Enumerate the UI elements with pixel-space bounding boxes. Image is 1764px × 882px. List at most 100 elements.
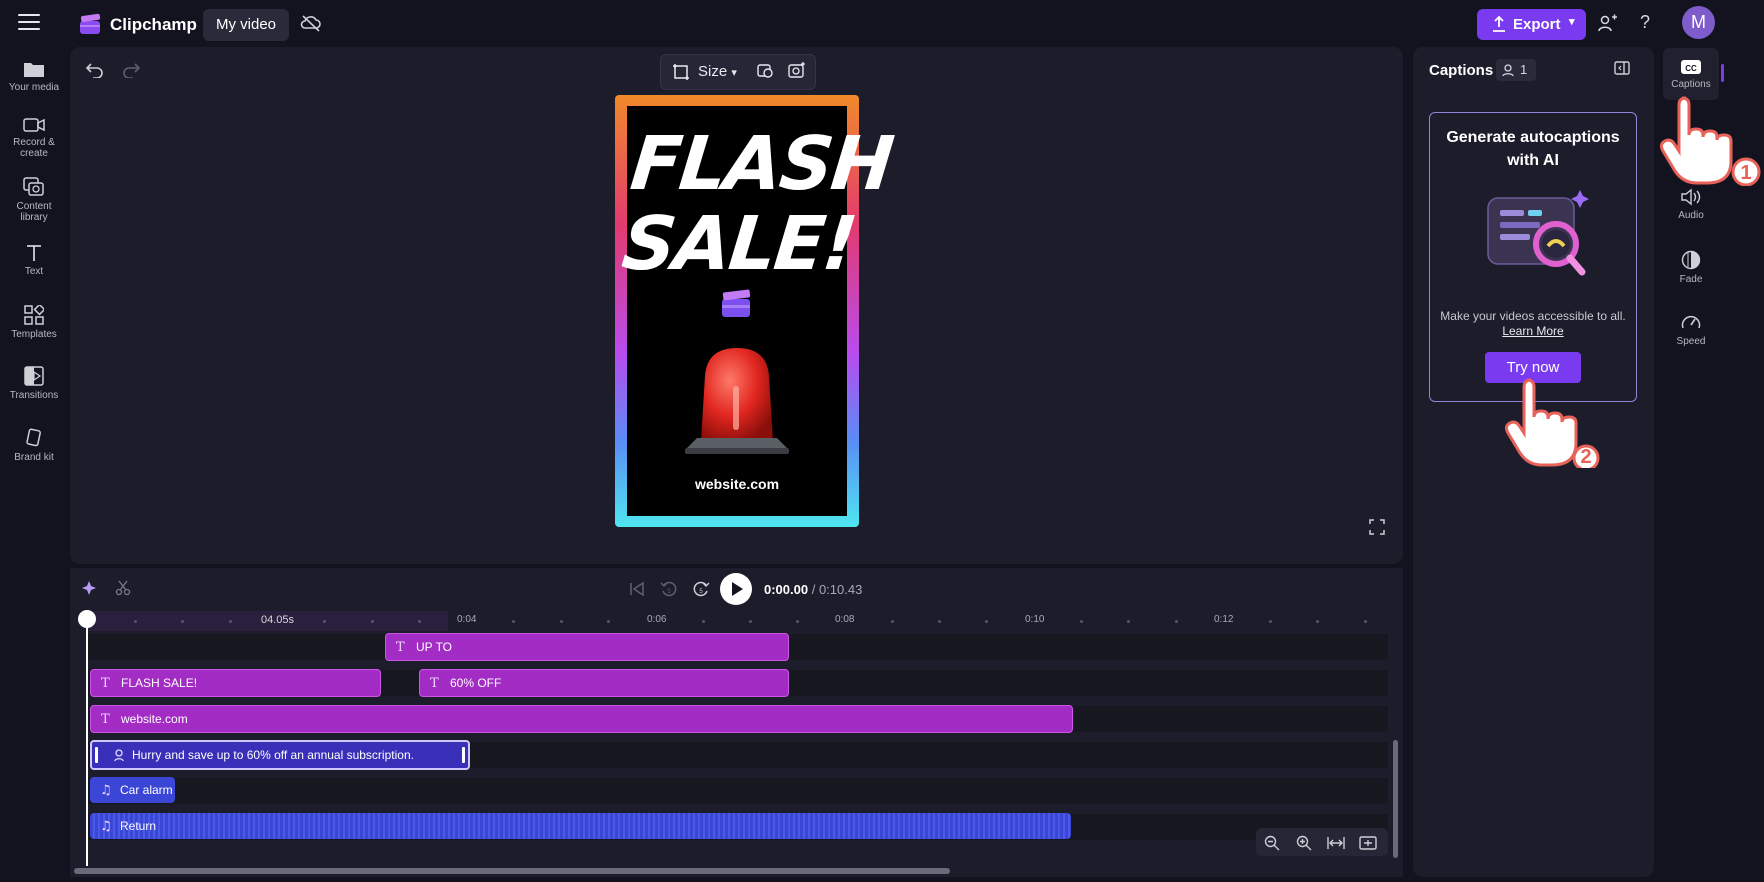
sidebar-item-templates[interactable]: Templates <box>0 305 68 340</box>
clip-60-off[interactable]: T 60% OFF <box>419 669 789 697</box>
fit-timeline-icon[interactable] <box>1327 836 1345 850</box>
library-icon <box>23 177 44 196</box>
folder-icon <box>24 63 44 77</box>
ruler-tick-dot <box>796 620 799 623</box>
text-clip-icon: T <box>430 676 439 691</box>
skip-back-icon[interactable] <box>629 581 645 597</box>
play-button[interactable] <box>720 573 752 605</box>
clip-label: UP TO <box>416 640 453 654</box>
undo-icon[interactable] <box>86 62 104 78</box>
learn-more-link[interactable]: Learn More <box>1433 324 1633 338</box>
left-sidebar <box>0 46 68 882</box>
zoom-in-icon[interactable] <box>1296 835 1312 851</box>
ruler-tick-dot <box>1127 620 1130 623</box>
svg-text:5: 5 <box>699 589 703 595</box>
clip-website[interactable]: T website.com <box>90 705 1073 733</box>
rail-item-audio[interactable]: Audio <box>1660 188 1722 221</box>
ruler-tick-label: 0:12 <box>1214 614 1234 625</box>
rail-item-captions[interactable]: CC Captions <box>1660 59 1722 90</box>
export-button[interactable]: Export ▾ <box>1477 9 1586 40</box>
clip-return[interactable]: ♫ Return <box>90 813 1071 839</box>
ai-edit-icon[interactable] <box>787 61 807 79</box>
sidebar-item-transitions[interactable]: Transitions <box>0 366 68 401</box>
clipchamp-logo-icon <box>80 13 101 34</box>
brand-kit-icon <box>26 428 41 447</box>
sidebar-item-label: Templates <box>11 329 57 340</box>
sidebar-item-brand-kit[interactable]: Brand kit <box>0 428 68 463</box>
upload-icon <box>1493 16 1505 32</box>
sidebar-item-record-create[interactable]: Record & create <box>0 117 68 159</box>
clip-label: 60% OFF <box>450 676 502 690</box>
clip-caption[interactable]: Hurry and save up to 60% off an annual s… <box>90 740 470 770</box>
share-icon[interactable] <box>1598 13 1618 33</box>
sidebar-item-label: Text <box>24 266 44 277</box>
ruler-tick-dot <box>512 620 515 623</box>
video-website-text: website.com <box>694 476 780 492</box>
ruler-tick-dot <box>1364 620 1367 623</box>
clip-car-alarm[interactable]: ♫ Car alarm <box>90 777 175 803</box>
collapse-panel-icon[interactable] <box>1614 61 1630 75</box>
ruler-tick-dot <box>749 620 752 623</box>
fade-icon <box>1681 250 1701 270</box>
playhead-handle[interactable] <box>78 610 96 628</box>
clip-label: Hurry and save up to 60% off an annual s… <box>132 748 414 762</box>
sidebar-item-your-media[interactable]: Your media <box>0 60 68 93</box>
split-scissors-icon[interactable] <box>115 580 131 596</box>
svg-text:CC: CC <box>1685 64 1697 73</box>
ruler-tick-dot <box>1175 620 1178 623</box>
clip-flash-sale[interactable]: T FLASH SALE! <box>90 669 381 697</box>
ruler-tick-dot <box>938 620 941 623</box>
rail-item-label: Audio <box>1678 210 1704 221</box>
forward-5s-icon[interactable]: 5 <box>692 580 710 598</box>
cloud-off-icon[interactable] <box>300 14 322 32</box>
speaker-voice-icon <box>114 749 124 762</box>
step-number: 2 <box>1580 446 1592 468</box>
ruler-tick-dot <box>229 620 232 623</box>
speed-icon <box>1681 315 1701 329</box>
rail-item-fade[interactable]: Fade <box>1660 250 1722 285</box>
sidebar-item-text[interactable]: Text <box>0 244 68 277</box>
zoom-out-icon[interactable] <box>1264 835 1280 851</box>
rail-item-label: Captions <box>1671 79 1711 90</box>
templates-icon <box>24 305 44 325</box>
horizontal-scrollbar[interactable] <box>74 868 950 874</box>
total-time: / 0:10.43 <box>811 582 863 597</box>
app-title: Clipchamp <box>110 15 197 34</box>
help-icon[interactable]: ? <box>1640 12 1650 33</box>
trim-handle-right[interactable] <box>462 747 465 763</box>
autocaptions-description: Make your videos accessible to all. <box>1440 309 1626 323</box>
trim-handle-left[interactable] <box>95 747 98 763</box>
playhead[interactable] <box>86 611 88 866</box>
captions-panel-title: Captions <box>1429 62 1494 79</box>
ruler-tick-dot <box>560 620 563 623</box>
timeline-track <box>88 778 1388 804</box>
menu-icon[interactable] <box>18 14 40 32</box>
redo-icon[interactable] <box>122 62 140 78</box>
fullscreen-icon[interactable] <box>1369 519 1385 535</box>
project-name-button[interactable]: My video <box>203 9 290 41</box>
music-note-icon: ♫ <box>100 819 112 834</box>
rail-item-label: Fade <box>1679 274 1703 285</box>
ruler-tick-dot <box>1269 620 1272 623</box>
sidebar-item-content-library[interactable]: Content library <box>0 177 68 223</box>
size-button[interactable]: Size ▾ <box>698 63 737 80</box>
transitions-icon <box>24 366 44 386</box>
clip-up-to[interactable]: T UP TO <box>385 633 789 661</box>
ai-sparkle-icon[interactable] <box>82 580 98 596</box>
background-remove-icon[interactable] <box>755 62 775 80</box>
add-track-icon[interactable] <box>1359 836 1377 850</box>
autocaptions-card-title: Generate autocaptions with AI <box>1446 129 1620 169</box>
crop-size-icon <box>673 64 689 80</box>
chevron-down-icon: ▾ <box>731 67 737 79</box>
rail-item-speed[interactable]: Speed <box>1660 312 1722 347</box>
vertical-scrollbar[interactable] <box>1393 740 1398 858</box>
speaker-voice-icon <box>1502 64 1514 77</box>
sidebar-item-label: Your media <box>8 82 60 93</box>
current-time: 0:00.00 <box>764 582 809 597</box>
rail-item-label: Speed <box>1676 336 1706 347</box>
ai-captions-illustration-icon <box>1487 190 1589 276</box>
rewind-5s-icon[interactable]: 5 <box>660 580 678 598</box>
clip-label: FLASH SALE! <box>121 676 198 690</box>
avatar[interactable]: M <box>1682 6 1715 39</box>
camera-icon <box>23 118 45 132</box>
